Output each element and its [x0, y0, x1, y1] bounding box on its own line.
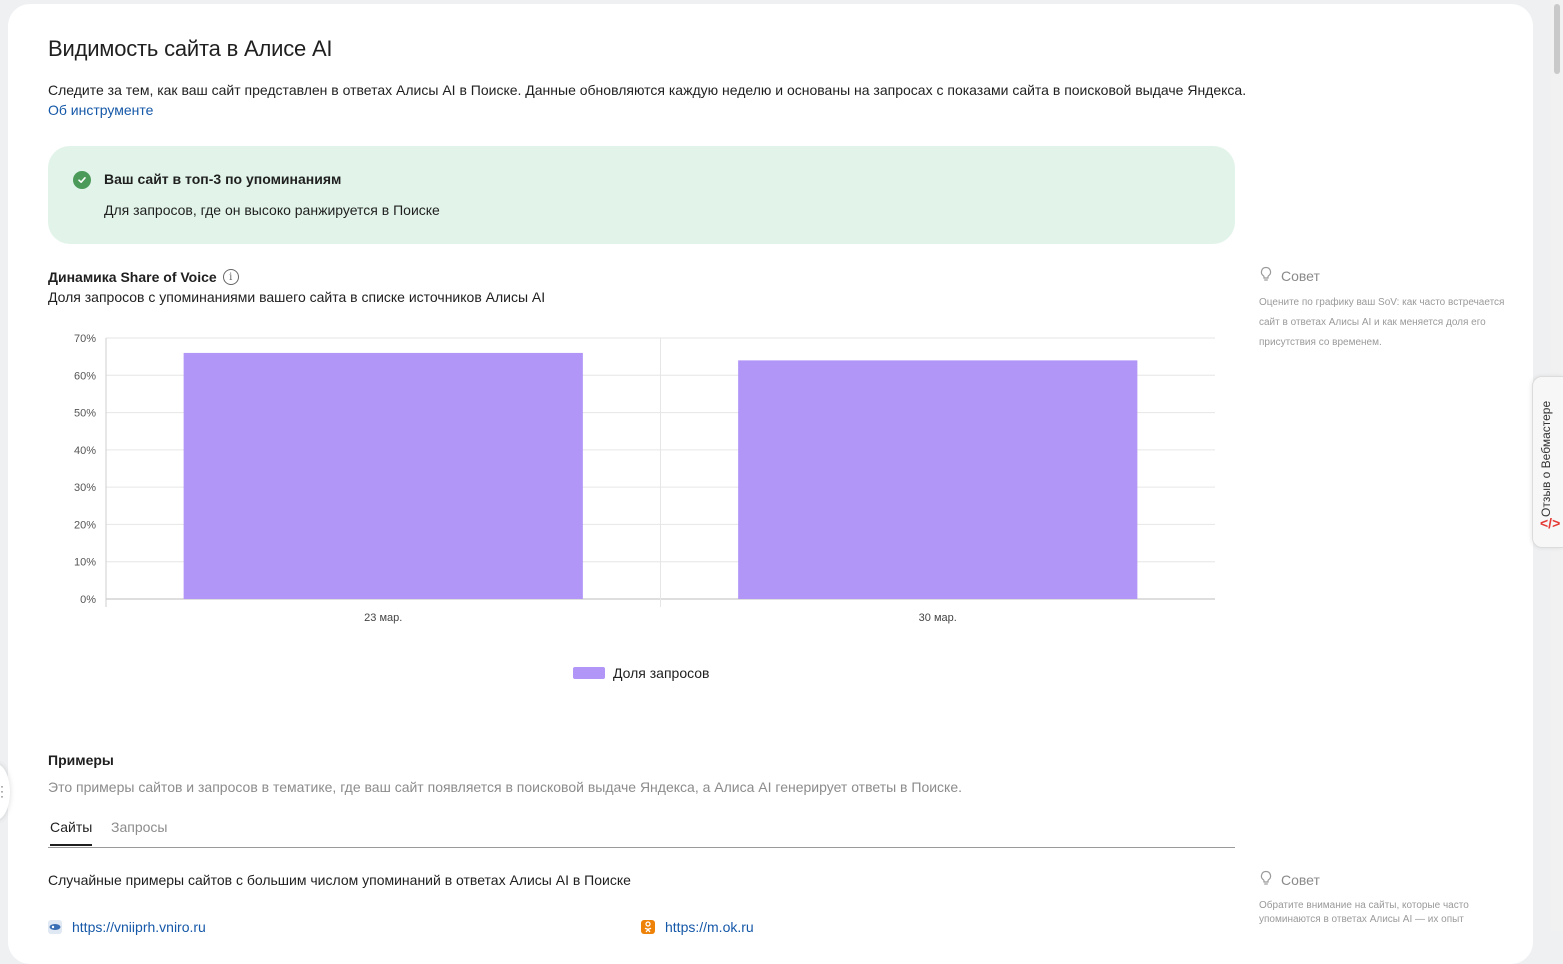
x-tick-label: 23 мар. [364, 612, 402, 624]
drag-dots-icon: · · · [0, 779, 4, 803]
y-tick-label: 60% [74, 370, 96, 382]
x-tick-label: 30 мар. [919, 612, 957, 624]
notice-title: Ваш сайт в топ-3 по упоминаниям [104, 171, 342, 187]
sov-subtitle: Доля запросов с упоминаниями вашего сайт… [48, 289, 546, 305]
feedback-button[interactable]: Отзыв о Вебмастере </> [1532, 376, 1563, 548]
examples-description: Это примеры сайтов и запросов в тематике… [48, 779, 963, 795]
examples-tip: Совет Обратите внимание на сайты, которы… [1259, 870, 1519, 927]
site-link[interactable]: https://m.ok.ru [665, 919, 754, 935]
sov-chart: 0% 10% 20% 30% 40% 50% 60% 70% 23 мар. 30 мар. Дол… [74, 333, 1215, 681]
examples-tip-head: Совет [1259, 870, 1519, 889]
examples-tabs: Сайты Запросы [48, 816, 1235, 848]
vniro-favicon-icon [48, 920, 62, 934]
page-intro: Следите за тем, как ваш сайт представлен… [48, 82, 1247, 98]
examples-title: Примеры [48, 752, 114, 768]
sov-tip: Совет Оцените по графику ваш SoV: как ча… [1259, 266, 1519, 353]
lightbulb-icon [1259, 870, 1273, 889]
legend-swatch [573, 667, 605, 679]
sov-title-text: Динамика Share of Voice [48, 269, 217, 285]
sites-description: Случайные примеры сайтов с большим число… [48, 872, 631, 888]
top3-notice: Ваш сайт в топ-3 по упоминаниям Для запр… [48, 146, 1235, 244]
y-tick-label: 30% [74, 482, 96, 494]
y-tick-label: 70% [74, 333, 96, 345]
y-tick-label: 10% [74, 557, 96, 569]
tab-sites[interactable]: Сайты [50, 819, 93, 846]
check-circle-icon [73, 171, 91, 189]
notice-text: Для запросов, где он высоко ранжируется … [104, 202, 440, 218]
site-link[interactable]: https://vniiprh.vniro.ru [72, 919, 206, 935]
site-item: https://vniiprh.vniro.ru [48, 919, 206, 935]
legend-label: Доля запросов [613, 665, 710, 681]
sov-tip-head: Совет [1259, 266, 1519, 285]
main-card: Видимость сайта в Алисе AI Следите за те… [8, 4, 1533, 964]
sov-tip-text: Оцените по графику ваш SoV: как часто вс… [1259, 297, 1505, 348]
scrollbar-thumb[interactable] [1554, 4, 1560, 74]
y-tick-label: 0% [80, 594, 96, 606]
bar [738, 360, 1138, 599]
tab-queries[interactable]: Запросы [111, 819, 167, 844]
examples-tip-text: Обратите внимание на сайты, которые част… [1259, 900, 1469, 925]
examples-tip-label: Совет [1281, 871, 1320, 888]
ok-favicon-icon [641, 920, 655, 934]
y-tick-label: 20% [74, 519, 96, 531]
site-item: https://m.ok.ru [641, 919, 754, 935]
page-title: Видимость сайта в Алисе AI [48, 36, 333, 61]
bar [183, 352, 583, 599]
sov-tip-label: Совет [1281, 267, 1320, 284]
code-brackets-icon: </> [1540, 515, 1561, 531]
about-tool-link[interactable]: Об инструменте [48, 102, 153, 118]
info-icon[interactable]: i [222, 269, 239, 285]
y-tick-label: 40% [74, 445, 96, 457]
lightbulb-icon [1259, 266, 1273, 285]
y-tick-label: 50% [74, 408, 96, 420]
feedback-label: Отзыв о Вебмастере [1539, 400, 1553, 517]
sov-title: Динамика Share of Voice i [48, 269, 239, 285]
